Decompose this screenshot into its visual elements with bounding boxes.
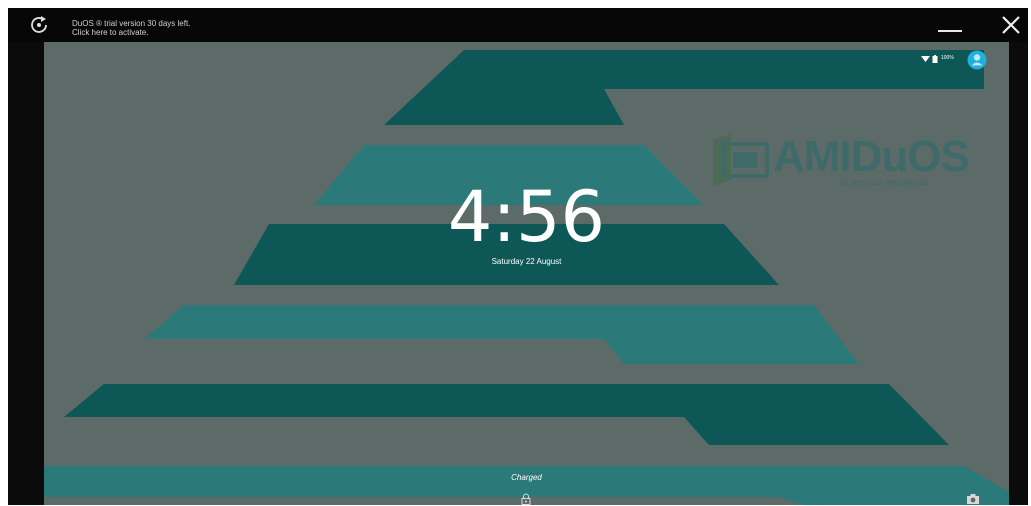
status-bar: 100% (889, 50, 1009, 70)
minimize-icon (938, 30, 962, 32)
camera-icon[interactable] (966, 493, 980, 505)
wifi-icon (921, 56, 930, 62)
android-screen: AMIDuOS by american megatrends 100% 4:56… (44, 42, 1009, 505)
user-avatar-icon[interactable] (967, 50, 987, 70)
close-button[interactable] (998, 12, 1024, 38)
title-bar: DuOS ® trial version 30 days left. Click… (8, 8, 1028, 42)
lockscreen-date: Saturday 22 August (491, 257, 562, 266)
emulator-window: DuOS ® trial version 30 days left. Click… (8, 8, 1028, 505)
brand-name: AMIDuOS (773, 132, 970, 181)
close-icon (1002, 16, 1020, 34)
wallpaper (44, 50, 1009, 505)
charge-status: Charged (511, 473, 542, 482)
activate-prompt: Click here to activate. (72, 28, 149, 37)
refresh-icon[interactable] (27, 13, 51, 37)
battery-icon (932, 55, 938, 63)
lockscreen-clock: 4:56 (447, 176, 606, 258)
battery-percent: 100% (941, 55, 954, 61)
trial-notice: DuOS ® trial version 30 days left. (72, 19, 191, 28)
lock-icon[interactable] (520, 493, 532, 505)
trial-activation-link[interactable]: DuOS ® trial version 30 days left. Click… (72, 19, 190, 37)
minimize-button[interactable] (933, 14, 967, 38)
